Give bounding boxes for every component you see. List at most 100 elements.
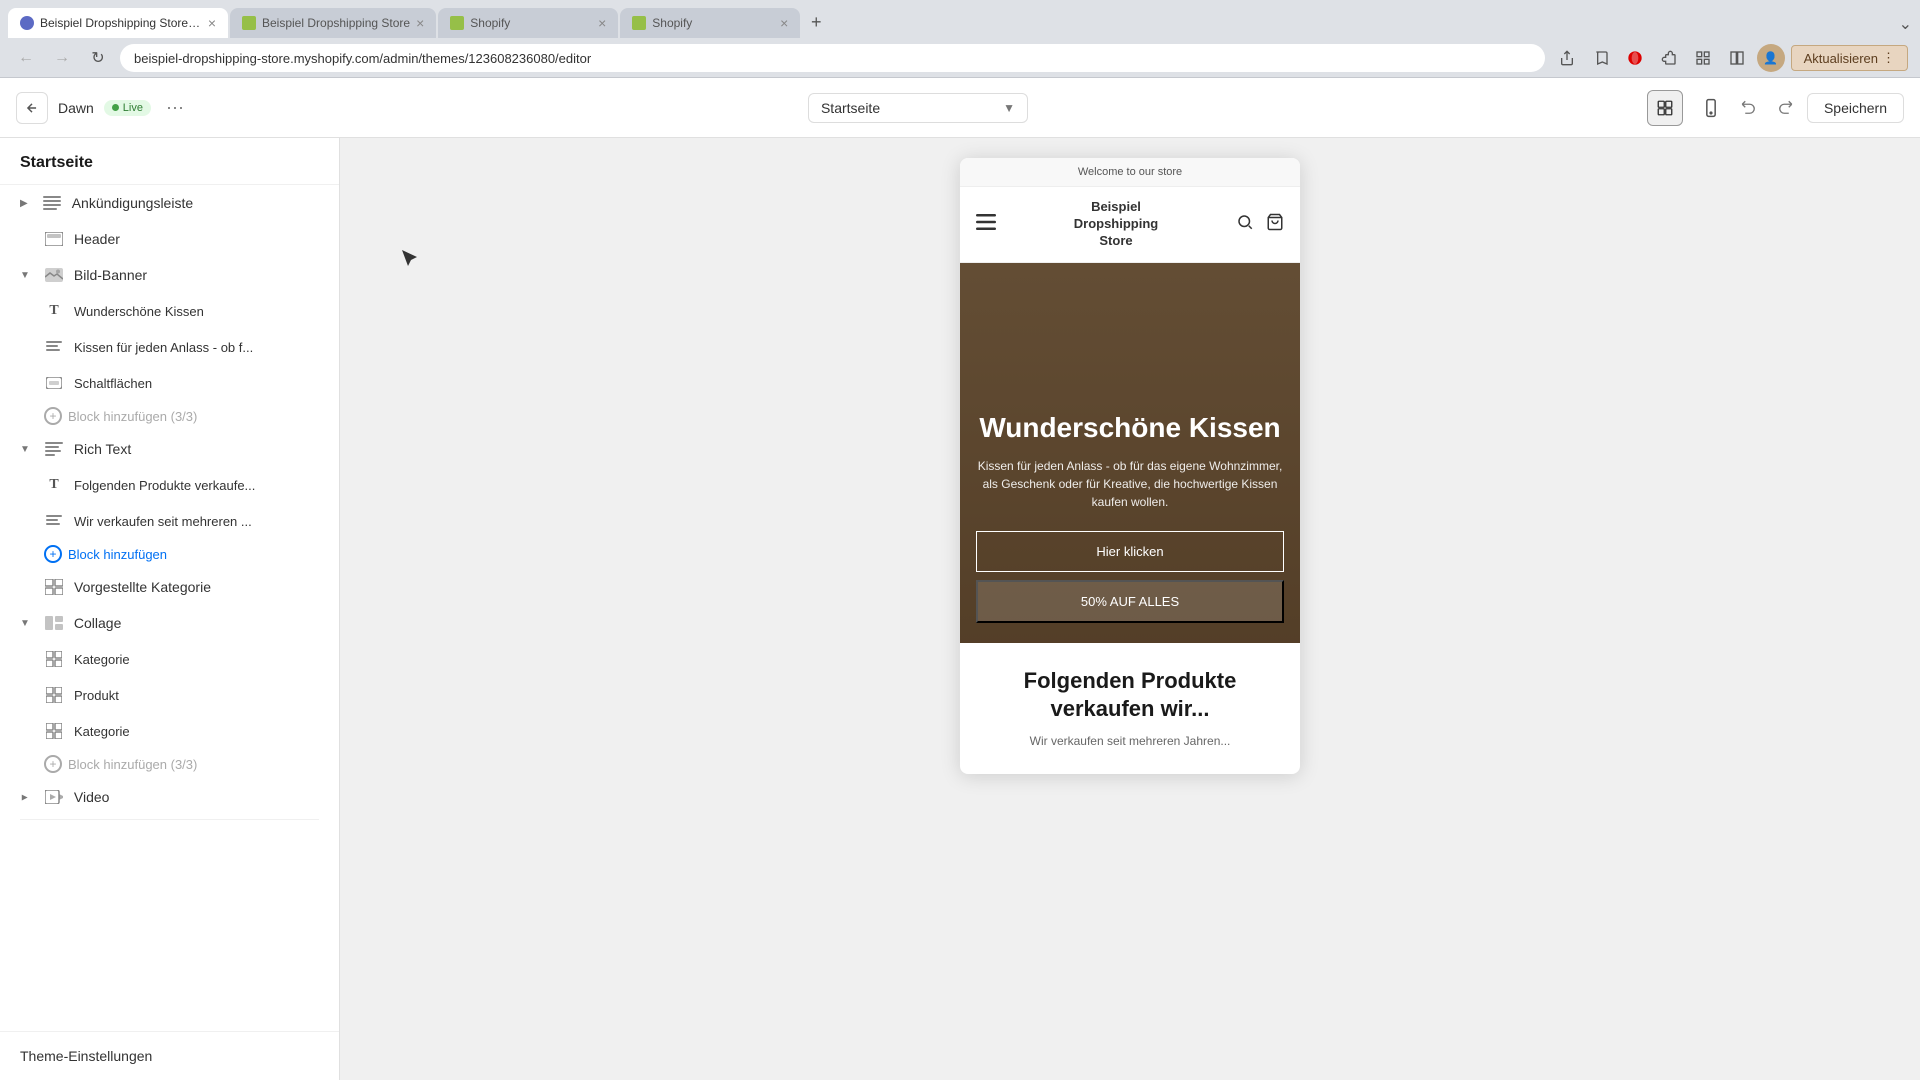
sidebar-item-rich-text[interactable]: ▼ Rich Text <box>0 431 339 467</box>
tab-favicon-2 <box>242 16 256 30</box>
toolbar-customizer <box>1647 90 1683 126</box>
tab-close-3[interactable]: × <box>598 16 606 30</box>
page-selector-arrow-icon: ▼ <box>1003 101 1015 115</box>
theme-name-label: Dawn <box>58 100 94 116</box>
undo-button[interactable] <box>1735 94 1763 122</box>
announcement-icon <box>42 193 62 213</box>
redo-button[interactable] <box>1771 94 1799 122</box>
hero-banner: Wunderschöne Kissen Kissen für jeden Anl… <box>960 263 1300 643</box>
sidebar-item-collage-produkt[interactable]: Produkt <box>0 677 339 713</box>
sidebar-item-bild-banner[interactable]: ▼ Bild-Banner <box>0 257 339 293</box>
save-button[interactable]: Speichern <box>1807 93 1904 123</box>
tab-close-1[interactable]: × <box>208 16 216 30</box>
sidebar-item-collage-kategorie-2[interactable]: Kategorie <box>0 713 339 749</box>
category-small-icon-2 <box>44 721 64 741</box>
app-toolbar: Dawn Live ··· Startseite ▼ <box>0 78 1920 138</box>
store-logo: BeispielDropshippingStore <box>1074 199 1159 250</box>
sidebar-item-header[interactable]: Header <box>0 221 339 257</box>
browser-tab-2[interactable]: Beispiel Dropshipping Store × <box>230 8 436 38</box>
browser-tab-3[interactable]: Shopify × <box>438 8 618 38</box>
rich-text-expand-icon: ▼ <box>20 444 30 455</box>
address-bar[interactable] <box>120 44 1545 72</box>
page-selector-dropdown[interactable]: Startseite ▼ <box>808 93 1028 123</box>
category-icon <box>44 577 64 597</box>
sidebar-item-rich-text-title[interactable]: T Folgenden Produkte verkaufe... <box>0 467 339 503</box>
store-hamburger-icon[interactable] <box>976 214 996 235</box>
sections-view-button[interactable] <box>1647 90 1683 126</box>
sidebar-item-label-banner-title: Wunderschöne Kissen <box>74 304 319 319</box>
video-expand-icon: ▼ <box>19 792 30 802</box>
sidebar-item-ankuendigungsleiste[interactable]: ▶ Ankündigungsleiste <box>0 185 339 221</box>
browser-actions: 👤 Aktualisieren ⋮ <box>1553 44 1908 72</box>
bild-banner-add-block-button[interactable]: + Block hinzufügen (3/3) <box>0 401 339 431</box>
store-search-icon[interactable] <box>1236 213 1254 236</box>
hero-primary-button[interactable]: Hier klicken <box>976 531 1284 572</box>
add-block-label-2: Block hinzufügen <box>68 547 167 562</box>
extensions-icon[interactable] <box>1655 44 1683 72</box>
sidebar-item-schaltflaechen[interactable]: Schaltflächen <box>0 365 339 401</box>
split-icon[interactable] <box>1723 44 1751 72</box>
forward-button[interactable]: → <box>48 44 76 72</box>
opera-icon[interactable] <box>1621 44 1649 72</box>
sidebar-item-rich-text-subtitle[interactable]: Wir verkaufen seit mehreren ... <box>0 503 339 539</box>
browser-tabs: Beispiel Dropshipping Store ·... × Beisp… <box>0 0 1920 38</box>
add-block-plus-icon-1: + <box>44 407 62 425</box>
mobile-preview-device: Welcome to our store BeispielDropshippin… <box>960 158 1300 774</box>
browser-tab-1[interactable]: Beispiel Dropshipping Store ·... × <box>8 8 228 38</box>
sidebar-item-label-ankuendigungsleiste: Ankündigungsleiste <box>72 195 319 211</box>
add-block-plus-icon-3: + <box>44 755 62 773</box>
text-t-icon-1: T <box>44 301 64 321</box>
tab-close-4[interactable]: × <box>780 16 788 30</box>
sidebar-item-vorgestellte-kategorie[interactable]: Vorgestellte Kategorie <box>0 569 339 605</box>
grid-icon[interactable] <box>1689 44 1717 72</box>
bookmark-icon[interactable] <box>1587 44 1615 72</box>
page-selector-label: Startseite <box>821 100 880 116</box>
section-subtitle: Wir verkaufen seit mehreren Jahren... <box>976 732 1284 750</box>
browser-addressbar: ← → ↻ 👤 Aktualisieren <box>0 38 1920 78</box>
sidebar-item-bild-banner-subtitle[interactable]: Kissen für jeden Anlass - ob f... <box>0 329 339 365</box>
tab-close-2[interactable]: × <box>416 16 424 30</box>
toolbar-left: Dawn Live ··· <box>16 92 189 124</box>
tab-label-4: Shopify <box>652 16 774 30</box>
update-button[interactable]: Aktualisieren ⋮ <box>1791 45 1908 71</box>
mobile-preview-button[interactable] <box>1695 92 1727 124</box>
expand-arrow-icon: ▶ <box>20 198 28 209</box>
hero-secondary-button[interactable]: 50% AUF ALLES <box>976 580 1284 623</box>
sidebar-item-collage[interactable]: ▼ Collage <box>0 605 339 641</box>
rich-text-add-block-button[interactable]: + Block hinzufügen <box>0 539 339 569</box>
rich-text-icon <box>44 439 64 459</box>
browser-chrome: Beispiel Dropshipping Store ·... × Beisp… <box>0 0 1920 78</box>
category-small-icon-1 <box>44 649 64 669</box>
collage-add-block-button[interactable]: + Block hinzufügen (3/3) <box>0 749 339 779</box>
sidebar-item-bild-banner-title[interactable]: T Wunderschöne Kissen <box>0 293 339 329</box>
sidebar-item-video[interactable]: ▼ Video <box>0 779 339 815</box>
back-button[interactable]: ← <box>12 44 40 72</box>
live-dot-icon <box>112 104 119 111</box>
main-content: Startseite ▶ Ankündigungsleiste Header ▼ <box>0 138 1920 1080</box>
browser-tab-4[interactable]: Shopify × <box>620 8 800 38</box>
more-options-button[interactable]: ··· <box>161 94 189 122</box>
back-to-themes-button[interactable] <box>16 92 48 124</box>
share-icon[interactable] <box>1553 44 1581 72</box>
refresh-button[interactable]: ↻ <box>84 44 112 72</box>
sidebar-item-label-bild-banner: Bild-Banner <box>74 267 319 283</box>
sidebar-item-label-collage-produkt: Produkt <box>74 688 319 703</box>
cursor-position <box>400 248 410 258</box>
store-cart-icon[interactable] <box>1266 213 1284 236</box>
collage-expand-icon: ▼ <box>20 618 30 629</box>
sidebar-item-label-schaltflaechen: Schaltflächen <box>74 376 319 391</box>
hero-subtitle: Kissen für jeden Anlass - ob für das eig… <box>976 457 1284 511</box>
profile-avatar[interactable]: 👤 <box>1757 44 1785 72</box>
add-block-plus-icon-2: + <box>44 545 62 563</box>
tab-dropdown-button[interactable]: ⌄ <box>1899 14 1912 34</box>
product-icon <box>44 685 64 705</box>
sidebar-item-label-rt-subtitle: Wir verkaufen seit mehreren ... <box>74 514 319 529</box>
buttons-icon <box>44 373 64 393</box>
text-t-icon-2: T <box>44 475 64 495</box>
app-layout: Dawn Live ··· Startseite ▼ <box>0 78 1920 1080</box>
sidebar-item-collage-kategorie-1[interactable]: Kategorie <box>0 641 339 677</box>
theme-settings-link[interactable]: Theme-Einstellungen <box>0 1031 339 1080</box>
new-tab-button[interactable]: + <box>802 8 830 36</box>
section-title: Folgenden Produkte verkaufen wir... <box>976 667 1284 724</box>
sidebar-item-label-collage-kategorie-2: Kategorie <box>74 724 319 739</box>
